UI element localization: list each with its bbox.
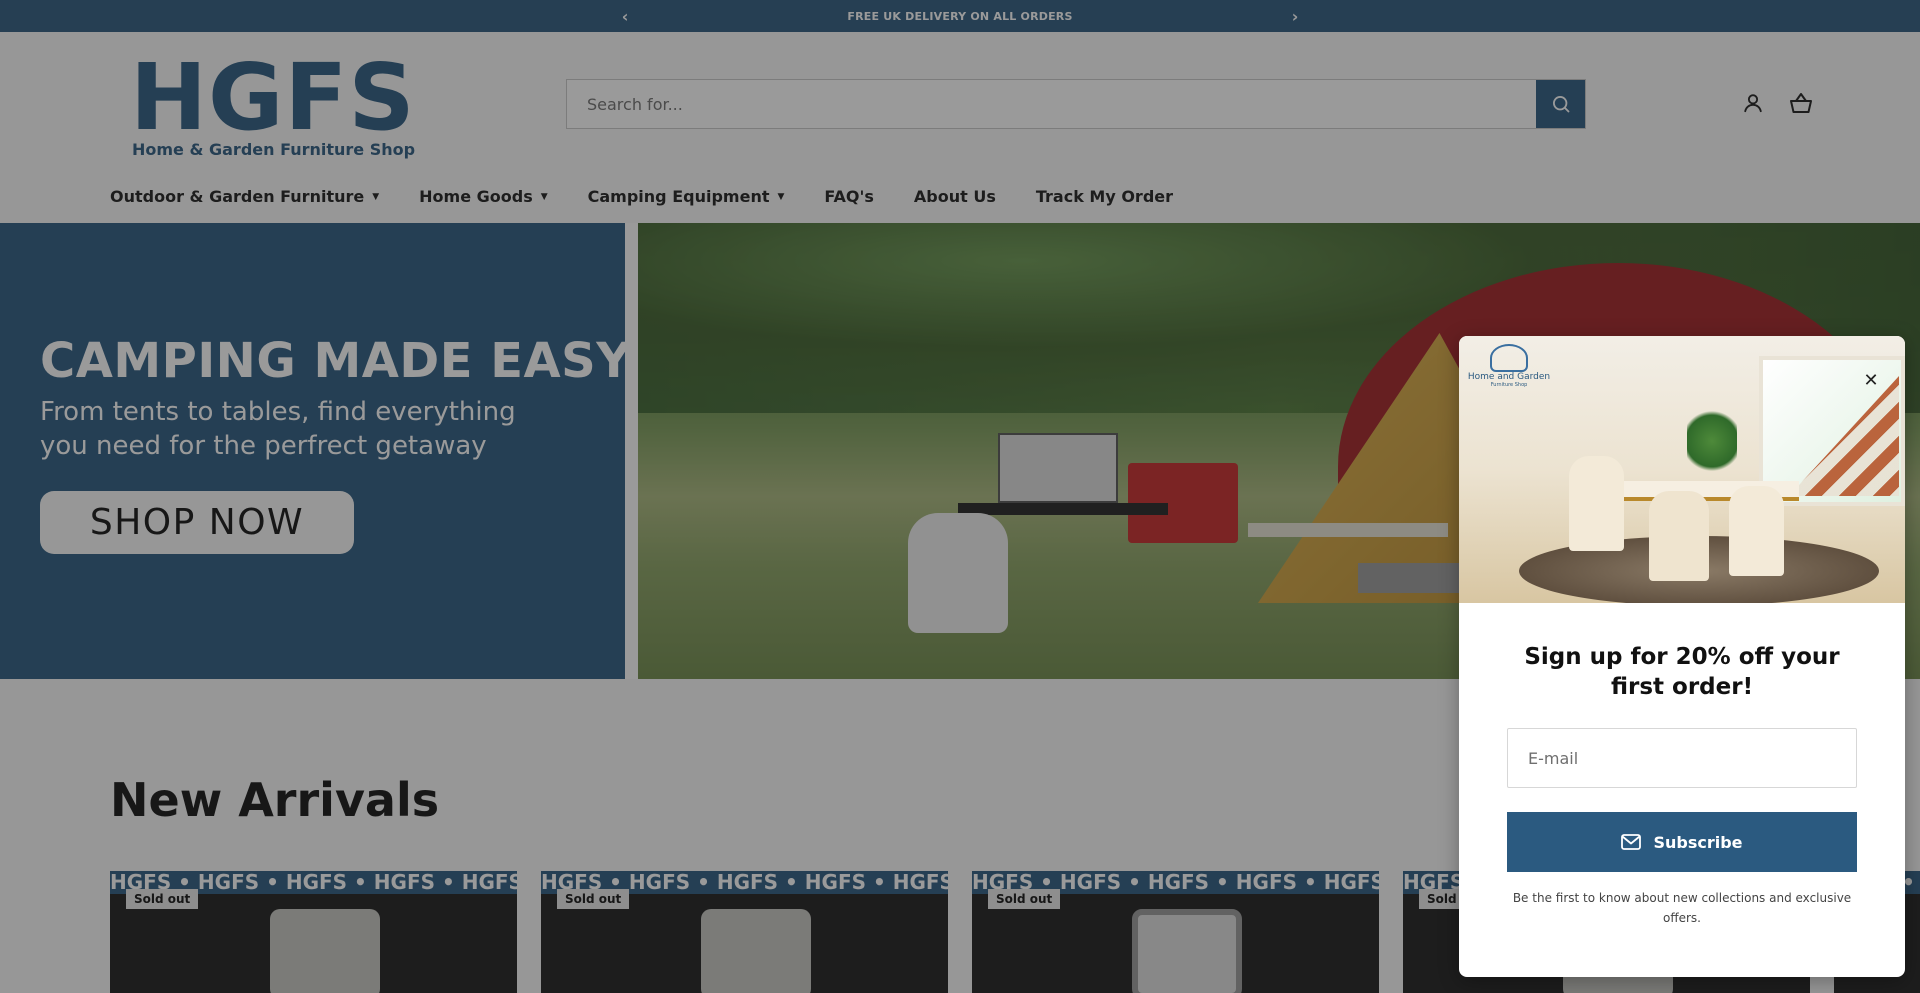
product-card[interactable]: HGFS • HGFS • HGFS • HGFS • HGFS • HGFS …	[110, 871, 517, 993]
nav-track-my-order[interactable]: Track My Order	[1036, 187, 1173, 206]
popup-note: Be the first to know about new collectio…	[1512, 891, 1852, 925]
product-image	[1132, 909, 1242, 993]
popup-logo-tagline: Furniture Shop	[1490, 382, 1528, 388]
hero-subtitle: From tents to tables, find everything yo…	[40, 397, 516, 461]
popup-title: Sign up for 20% off your first order!	[1524, 644, 1840, 700]
hero-side-table	[1248, 523, 1448, 537]
sold-out-badge: Sold out	[988, 889, 1061, 909]
hero-camp-table	[958, 503, 1168, 515]
nav-label: About Us	[913, 187, 996, 206]
hero-title: CAMPING MADE EASY	[40, 333, 632, 389]
hero-bag	[908, 513, 1008, 633]
nav-about-us[interactable]: About Us	[914, 187, 996, 206]
section-title: New Arrivals	[110, 773, 440, 827]
nav-label: Camping Equipment	[587, 187, 770, 206]
account-icon[interactable]	[1740, 90, 1766, 116]
nav-home-goods[interactable]: Home Goods ▼	[419, 187, 548, 206]
product-card[interactable]: HGFS • HGFS • HGFS • HGFS • HGFS • HGFS …	[972, 871, 1379, 993]
nav-outdoor-garden-furniture[interactable]: Outdoor & Garden Furniture ▼	[110, 187, 379, 206]
search-button[interactable]	[1536, 80, 1585, 128]
mail-icon	[1621, 834, 1642, 850]
search-input[interactable]	[567, 80, 1536, 128]
email-field[interactable]	[1507, 728, 1857, 788]
search-bar	[566, 79, 1586, 129]
chevron-down-icon: ▼	[540, 191, 548, 202]
popup-image: Home and Garden Furniture Shop	[1459, 336, 1905, 603]
nav-faqs[interactable]: FAQ's	[824, 187, 874, 206]
close-icon[interactable]: ✕	[1857, 366, 1885, 394]
header-icons	[1740, 90, 1814, 116]
product-card[interactable]: HGFS • HGFS • HGFS • HGFS • HGFS • HGFS …	[541, 871, 948, 993]
cart-icon[interactable]	[1788, 90, 1814, 116]
popup-chair	[1569, 456, 1624, 551]
popup-logo-name: Home and Garden	[1467, 372, 1551, 382]
chevron-left-icon[interactable]: ‹	[610, 7, 640, 26]
logo-tagline: Home & Garden Furniture Shop	[132, 140, 416, 159]
site-logo[interactable]: HGFS Home & Garden Furniture Shop	[130, 44, 416, 162]
house-icon	[1490, 344, 1528, 372]
nav-label: FAQ's	[824, 187, 874, 206]
nav-label: Track My Order	[1035, 187, 1174, 206]
subscribe-label: Subscribe	[1653, 832, 1743, 852]
nav-camping-equipment[interactable]: Camping Equipment ▼	[588, 187, 785, 206]
popup-chair	[1729, 486, 1784, 576]
chevron-down-icon: ▼	[777, 191, 785, 202]
hero-panel: CAMPING MADE EASY From tents to tables, …	[0, 223, 631, 679]
announcement-text: FREE UK DELIVERY ON ALL ORDERS	[847, 9, 1073, 23]
nav-label: Outdoor & Garden Furniture	[110, 187, 365, 206]
signup-popup: Home and Garden Furniture Shop ✕ Sign up…	[1459, 336, 1905, 977]
logo-wordmark: HGFS	[130, 44, 416, 151]
product-image	[270, 909, 380, 993]
site-header: HGFS Home & Garden Furniture Shop Outdoo…	[0, 32, 1920, 223]
product-image	[701, 909, 811, 993]
popup-logo: Home and Garden Furniture Shop	[1467, 344, 1551, 399]
popup-chair	[1649, 491, 1709, 581]
sold-out-badge: Sold out	[126, 889, 199, 909]
sold-out-badge: Sold out	[557, 889, 630, 909]
main-nav: Outdoor & Garden Furniture ▼ Home Goods ▼ …	[110, 187, 1213, 206]
subscribe-button[interactable]: Subscribe	[1507, 812, 1857, 872]
chevron-right-icon[interactable]: ›	[1280, 7, 1310, 26]
popup-plant	[1687, 406, 1737, 476]
announcement-bar: ‹ FREE UK DELIVERY ON ALL ORDERS ›	[0, 0, 1920, 32]
search-icon	[1552, 96, 1569, 113]
chevron-down-icon: ▼	[372, 191, 380, 202]
nav-label: Home Goods	[419, 187, 533, 206]
shop-now-button[interactable]: SHOP NOW	[40, 491, 354, 554]
hero-storage-box	[998, 433, 1118, 503]
